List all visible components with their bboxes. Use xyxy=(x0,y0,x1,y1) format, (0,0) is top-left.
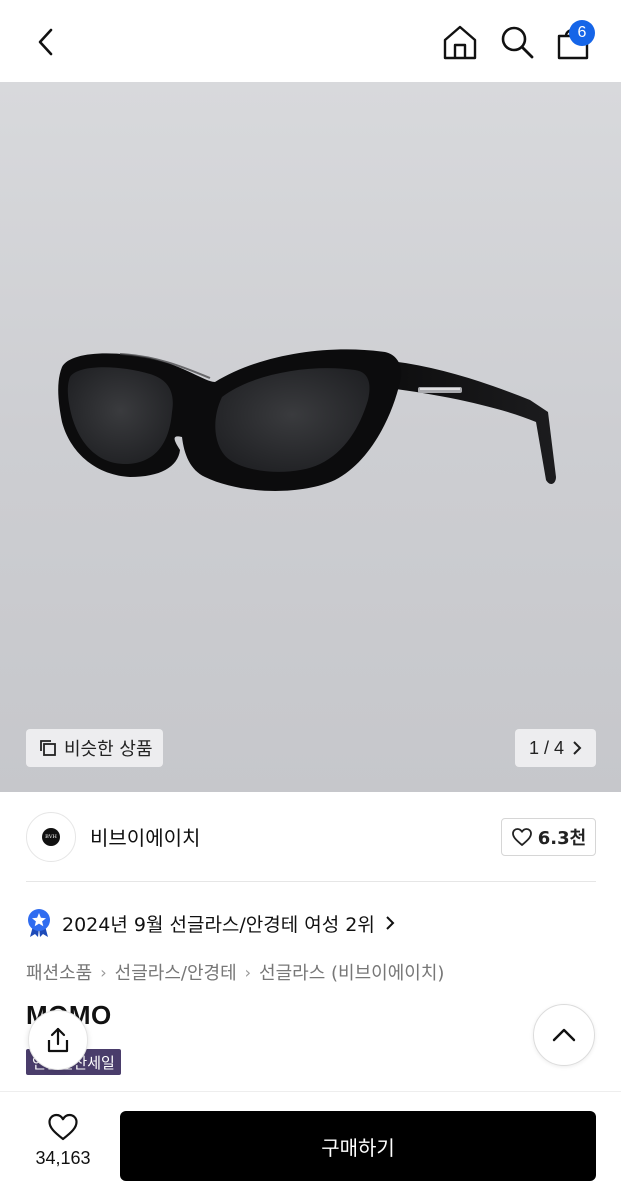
heart-icon xyxy=(48,1113,78,1141)
similar-products-button[interactable]: 비슷한 상품 xyxy=(26,729,163,767)
image-pager[interactable]: 1 / 4 xyxy=(515,729,596,767)
similar-products-label: 비슷한 상품 xyxy=(64,739,153,760)
breadcrumb-item[interactable]: 선글라스/안경테 xyxy=(115,959,237,985)
home-icon xyxy=(443,25,477,60)
ranking-badge-icon xyxy=(28,909,50,937)
wishlist-count: 34,163 xyxy=(35,1148,91,1168)
brand-name[interactable]: 비브이에이치 xyxy=(90,822,200,851)
chevron-right-icon: › xyxy=(100,962,107,982)
chevron-right-icon xyxy=(573,741,582,755)
breadcrumb-item[interactable]: 선글라스 (비브이에이치) xyxy=(259,959,444,985)
home-button[interactable] xyxy=(440,22,480,62)
share-icon xyxy=(47,1027,69,1053)
chevron-right-icon: › xyxy=(244,962,252,982)
top-nav-bar: 6 xyxy=(0,0,621,82)
brand-logo[interactable]: BVH xyxy=(26,812,76,862)
brand-logo-mark: BVH xyxy=(42,828,60,846)
brand-like-count: 6.3천 xyxy=(537,828,587,849)
chevron-right-icon xyxy=(386,916,395,930)
buy-button[interactable]: 구매하기 xyxy=(120,1111,596,1181)
ranking-text: 2024년 9월 선글라스/안경테 여성 2위 xyxy=(62,913,375,936)
product-image[interactable]: 비슷한 상품 1 / 4 xyxy=(0,82,621,792)
back-button[interactable] xyxy=(28,22,64,62)
share-button[interactable] xyxy=(28,1010,88,1070)
breadcrumb-item[interactable]: 패션소품 xyxy=(26,959,92,985)
sunglasses-image xyxy=(58,349,556,491)
search-button[interactable] xyxy=(497,22,537,62)
search-icon xyxy=(501,26,534,59)
wishlist-button[interactable]: 34,163 xyxy=(24,1112,102,1178)
heart-icon xyxy=(511,828,532,846)
breadcrumb: 패션소품 › 선글라스/안경테 › 선글라스 (비브이에이치) xyxy=(26,959,444,985)
copy-icon xyxy=(40,740,56,756)
brand-like-button[interactable]: 6.3천 xyxy=(501,818,596,856)
divider xyxy=(26,881,596,882)
pager-text: 1 / 4 xyxy=(528,737,565,758)
scroll-top-button[interactable] xyxy=(533,1004,595,1066)
chevron-left-icon xyxy=(38,28,53,56)
ranking-link[interactable]: 2024년 9월 선글라스/안경테 여성 2위 xyxy=(26,906,395,940)
cart-count-badge: 6 xyxy=(569,20,595,46)
chevron-up-icon xyxy=(552,1028,576,1042)
